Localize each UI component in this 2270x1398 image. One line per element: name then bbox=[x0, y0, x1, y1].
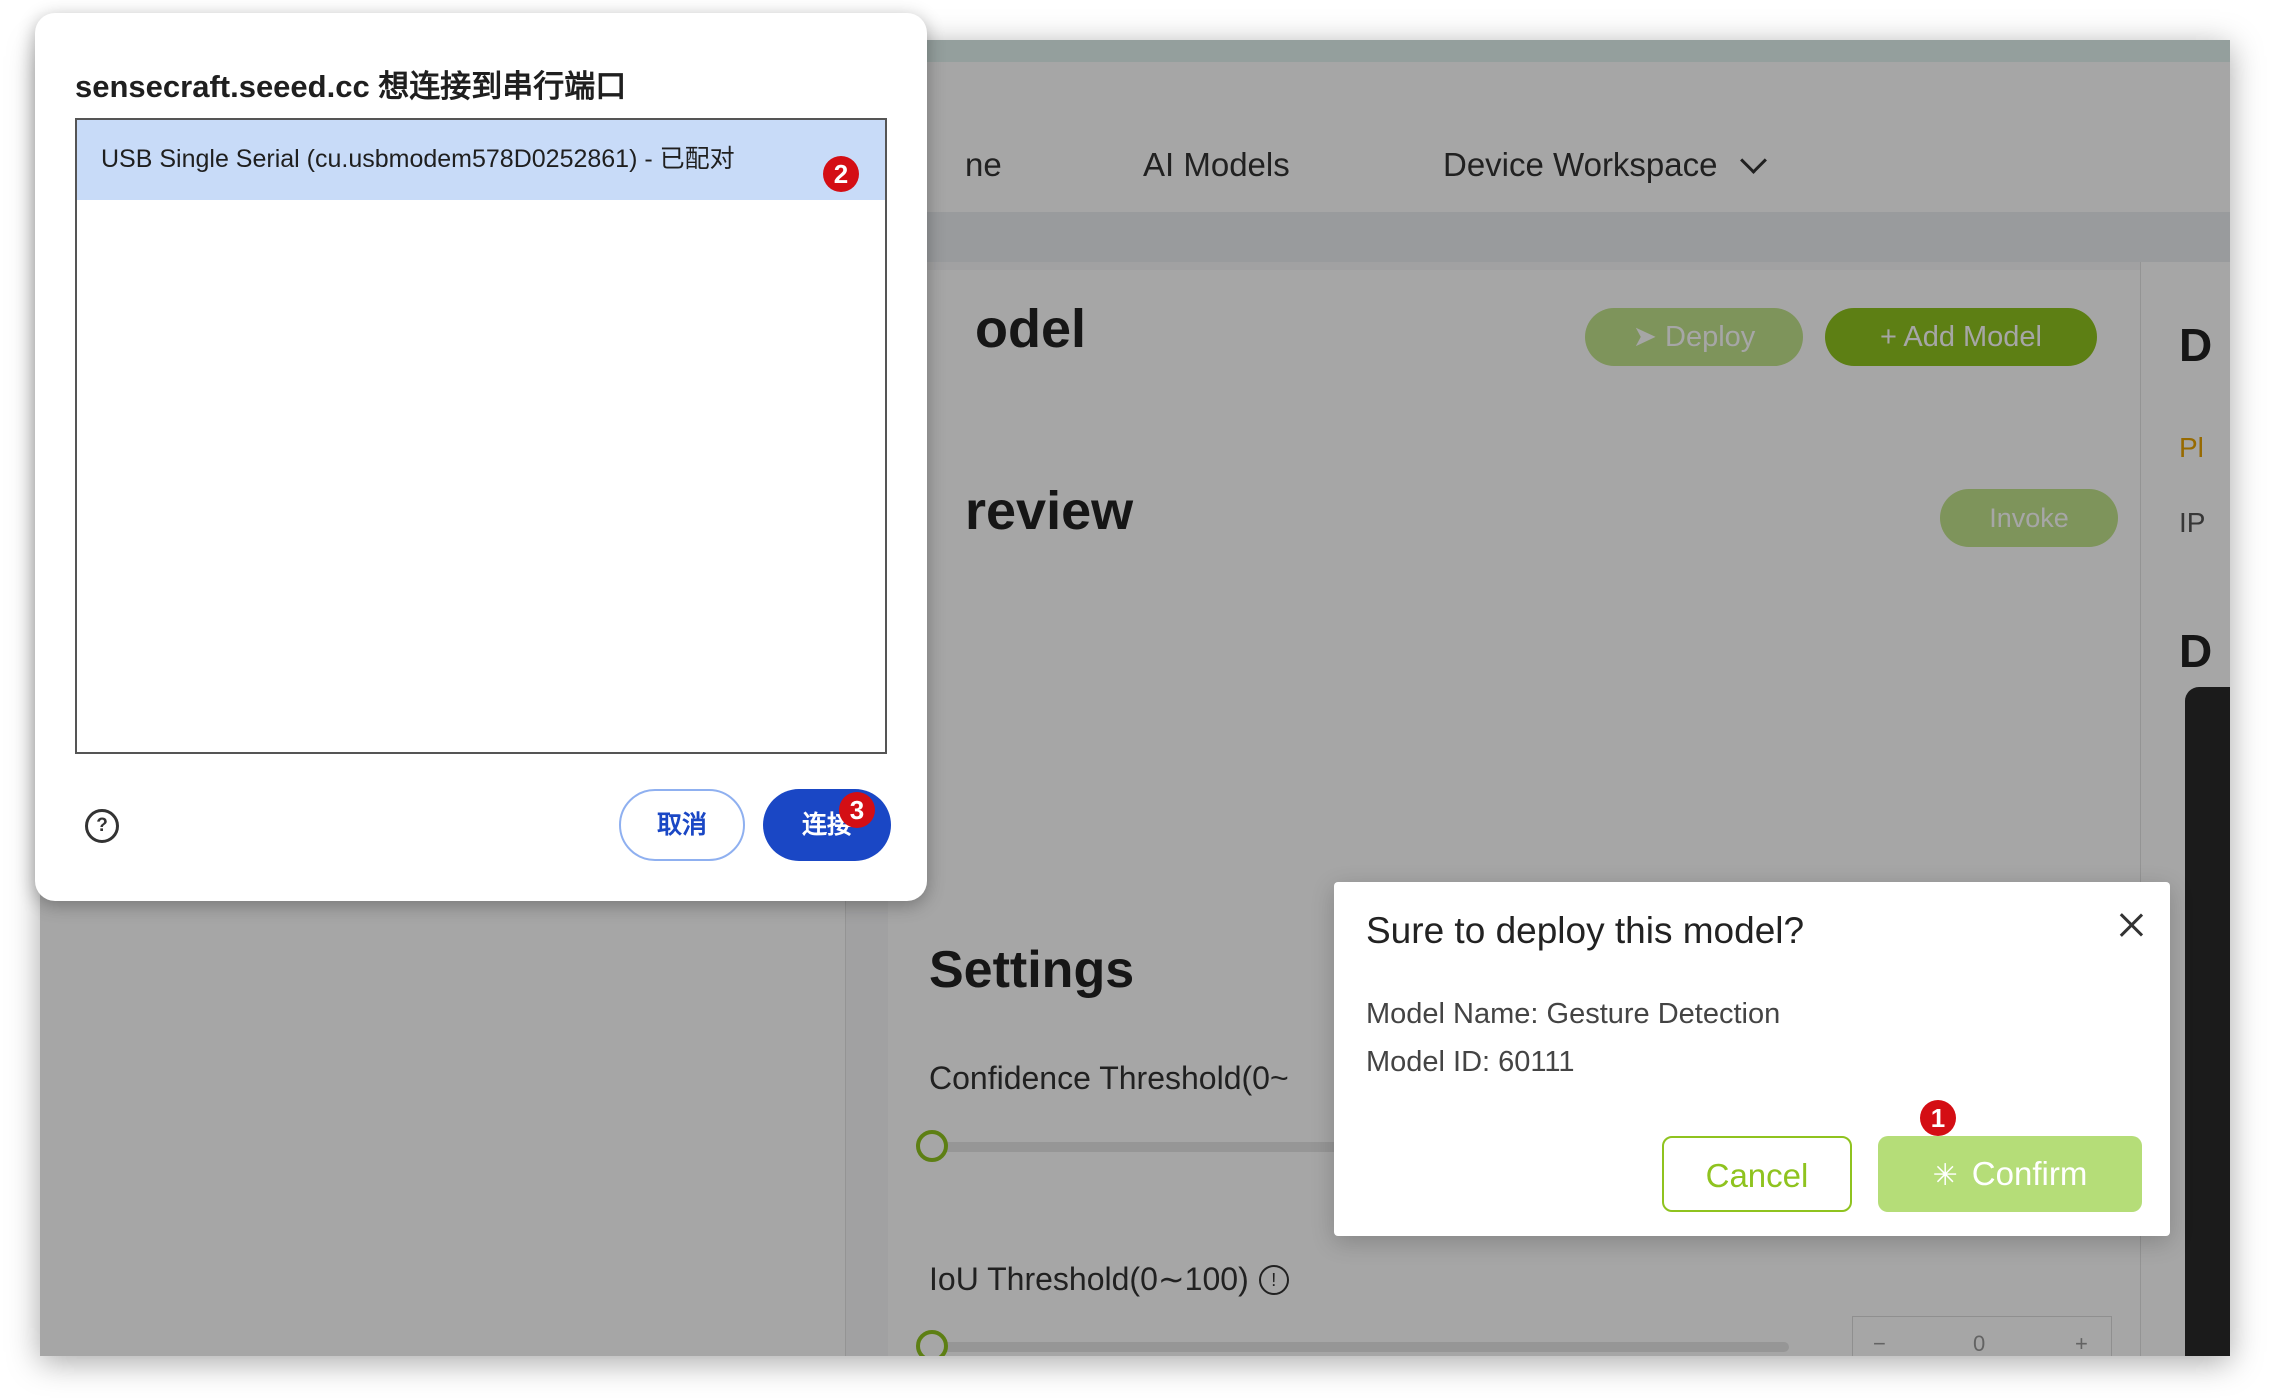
serial-port-list[interactable]: USB Single Serial (cu.usbmodem578D025286… bbox=[75, 118, 887, 754]
serial-cancel-button[interactable]: 取消 bbox=[619, 789, 745, 861]
loading-spinner-icon: ✳ bbox=[1932, 1159, 1958, 1192]
step-badge-3: 3 bbox=[839, 792, 875, 828]
help-icon[interactable]: ? bbox=[85, 809, 119, 843]
model-id-text: Model ID: 60111 bbox=[1366, 1046, 1575, 1078]
deploy-confirm-title: Sure to deploy this model? bbox=[1366, 910, 1805, 951]
confirm-button[interactable]: ✳ Confirm bbox=[1878, 1136, 2142, 1212]
serial-port-dialog: sensecraft.seeed.cc 想连接到串行端口 USB Single … bbox=[35, 13, 927, 901]
serial-dialog-title: sensecraft.seeed.cc 想连接到串行端口 bbox=[75, 69, 627, 104]
confirm-button-label: Confirm bbox=[1971, 1155, 2088, 1192]
cancel-button[interactable]: Cancel bbox=[1662, 1136, 1852, 1212]
step-badge-2: 2 bbox=[823, 156, 859, 192]
model-name-text: Model Name: Gesture Detection bbox=[1366, 998, 1781, 1030]
step-badge-1: 1 bbox=[1920, 1100, 1956, 1136]
close-icon[interactable] bbox=[2116, 910, 2146, 940]
serial-port-item[interactable]: USB Single Serial (cu.usbmodem578D025286… bbox=[77, 120, 885, 200]
deploy-confirm-dialog: Sure to deploy this model? Model Name: G… bbox=[1334, 882, 2170, 1236]
